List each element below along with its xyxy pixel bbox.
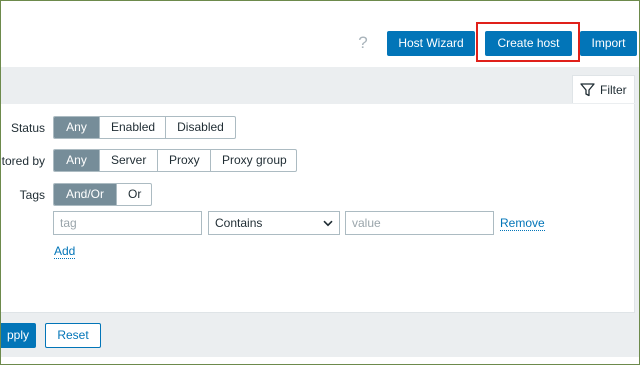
monitored-option-proxy[interactable]: Proxy (157, 150, 210, 171)
status-option-any[interactable]: Any (54, 117, 99, 138)
add-tag-link[interactable]: Add (54, 244, 76, 259)
tag-operator-value: Contains (215, 216, 263, 230)
monitored-option-server[interactable]: Server (99, 150, 157, 171)
chevron-down-icon (323, 212, 333, 234)
status-option-disabled[interactable]: Disabled (165, 117, 235, 138)
tab-filter[interactable]: Filter (572, 75, 635, 103)
status-option-enabled[interactable]: Enabled (99, 117, 165, 138)
monitored-by-label: tored by (1, 154, 45, 168)
status-segmented: Any Enabled Disabled (53, 116, 236, 139)
tag-name-input[interactable]: tag (53, 211, 202, 235)
tag-value-input[interactable]: value (345, 211, 494, 235)
status-label: Status (10, 121, 45, 135)
page: ? Host Wizard Create host Import Filter … (0, 0, 640, 365)
tab-filter-label: Filter (600, 82, 627, 97)
reset-button[interactable]: Reset (45, 323, 101, 348)
monitored-option-proxy-group[interactable]: Proxy group (210, 150, 296, 171)
help-icon[interactable]: ? (356, 34, 370, 52)
create-host-button[interactable]: Create host (485, 31, 572, 56)
monitored-by-segmented: Any Server Proxy Proxy group (53, 149, 297, 172)
funnel-icon (580, 82, 595, 97)
remove-tag-link[interactable]: Remove (500, 216, 545, 231)
host-wizard-button[interactable]: Host Wizard (387, 31, 475, 56)
tags-segmented: And/Or Or (53, 183, 152, 206)
tags-label: Tags (19, 188, 45, 202)
monitored-option-any[interactable]: Any (54, 150, 99, 171)
import-button[interactable]: Import (580, 31, 637, 56)
tag-operator-select[interactable]: Contains (208, 211, 340, 235)
apply-button[interactable]: pply (1, 323, 36, 348)
tags-option-or[interactable]: Or (116, 184, 151, 205)
tags-option-and-or[interactable]: And/Or (54, 184, 116, 205)
